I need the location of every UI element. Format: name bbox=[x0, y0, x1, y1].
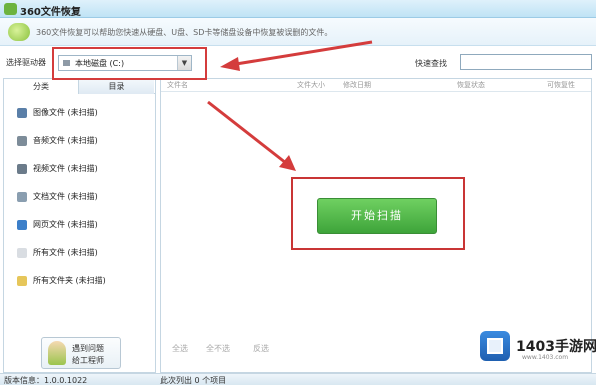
folder-icon bbox=[17, 275, 27, 286]
select-all-button[interactable]: 全选 bbox=[172, 343, 188, 354]
tab-category[interactable]: 分类 bbox=[4, 79, 79, 94]
version-info: 版本信息：1.0.0.1022 bbox=[4, 376, 88, 385]
item-count: 此次列出 0 个项目 bbox=[160, 376, 227, 385]
video-file-icon bbox=[17, 163, 27, 174]
audio-file-icon bbox=[17, 135, 27, 146]
watermark-name: 1403手游网 bbox=[516, 339, 596, 355]
sidebar-item-label: 所有文件夹 (未扫描) bbox=[33, 276, 106, 285]
help-button[interactable]: 遇到问题 给工程师 bbox=[41, 337, 121, 369]
help-button-line2: 给工程师 bbox=[72, 356, 104, 365]
engineer-avatar-icon bbox=[48, 341, 66, 365]
select-none-button[interactable]: 全不选 bbox=[206, 343, 230, 354]
leaf-logo-icon bbox=[8, 23, 30, 41]
sidebar-item-label: 网页文件 (未扫描) bbox=[33, 220, 98, 229]
column-filename[interactable]: 文件名 bbox=[167, 80, 188, 90]
sidebar-item[interactable]: 所有文件 (未扫描) bbox=[17, 246, 155, 260]
sidebar-item-label: 视频文件 (未扫描) bbox=[33, 164, 98, 173]
sidebar-tabs: 分类 目录 bbox=[4, 79, 155, 94]
sidebar-item[interactable]: 图像文件 (未扫描) bbox=[17, 106, 155, 120]
column-size[interactable]: 文件大小 bbox=[297, 80, 325, 90]
title-bar: 360文件恢复 bbox=[0, 0, 596, 18]
column-header: 文件名 文件大小 修改日期 恢复状态 可恢复性 bbox=[161, 79, 591, 92]
status-bar: 版本信息：1.0.0.1022 此次列出 0 个项目 bbox=[0, 373, 596, 385]
search-input[interactable] bbox=[460, 54, 592, 70]
column-recoverability[interactable]: 可恢复性 bbox=[547, 80, 575, 90]
sidebar-item[interactable]: 网页文件 (未扫描) bbox=[17, 218, 155, 232]
column-status[interactable]: 恢复状态 bbox=[457, 80, 485, 90]
tab-directory[interactable]: 目录 bbox=[79, 79, 154, 94]
sidebar-item[interactable]: 音频文件 (未扫描) bbox=[17, 134, 155, 148]
help-button-line1: 遇到问题 bbox=[72, 344, 104, 353]
sidebar-item[interactable]: 所有文件夹 (未扫描) bbox=[17, 274, 155, 288]
cube-icon bbox=[487, 338, 503, 354]
drive-highlight-box bbox=[52, 47, 207, 80]
header-bar: 360文件恢复可以帮助您快速从硬盘、U盘、SD卡等储盘设备中恢复被误删的文件。 bbox=[0, 18, 596, 46]
watermark: 1403手游网 www.1403.com bbox=[476, 323, 596, 373]
sidebar-item-label: 图像文件 (未扫描) bbox=[33, 108, 98, 117]
sidebar-item[interactable]: 视频文件 (未扫描) bbox=[17, 162, 155, 176]
app-icon bbox=[4, 3, 17, 15]
window-title: 360文件恢复 bbox=[20, 7, 81, 18]
image-file-icon bbox=[17, 107, 27, 118]
sidebar-item-label: 文档文件 (未扫描) bbox=[33, 192, 98, 201]
watermark-url: www.1403.com bbox=[522, 354, 569, 361]
column-modified[interactable]: 修改日期 bbox=[343, 80, 371, 90]
webpage-file-icon bbox=[17, 219, 27, 230]
search-label: 快速查找 bbox=[415, 59, 447, 68]
document-file-icon bbox=[17, 191, 27, 202]
invert-selection-button[interactable]: 反选 bbox=[253, 343, 269, 354]
sidebar-item-label: 所有文件 (未扫描) bbox=[33, 248, 98, 257]
drive-label: 选择驱动器 bbox=[6, 58, 46, 67]
sidebar-item-label: 音频文件 (未扫描) bbox=[33, 136, 98, 145]
sidebar: 分类 目录 图像文件 (未扫描) 音频文件 (未扫描) 视频文件 (未扫描) 文档文件… bbox=[3, 78, 156, 373]
sidebar-item[interactable]: 文档文件 (未扫描) bbox=[17, 190, 155, 204]
all-files-icon bbox=[17, 247, 27, 258]
start-highlight-box bbox=[291, 177, 465, 250]
header-tip: 360文件恢复可以帮助您快速从硬盘、U盘、SD卡等储盘设备中恢复被误删的文件。 bbox=[36, 28, 333, 37]
selection-actions: 全选 全不选 反选 bbox=[160, 343, 360, 357]
